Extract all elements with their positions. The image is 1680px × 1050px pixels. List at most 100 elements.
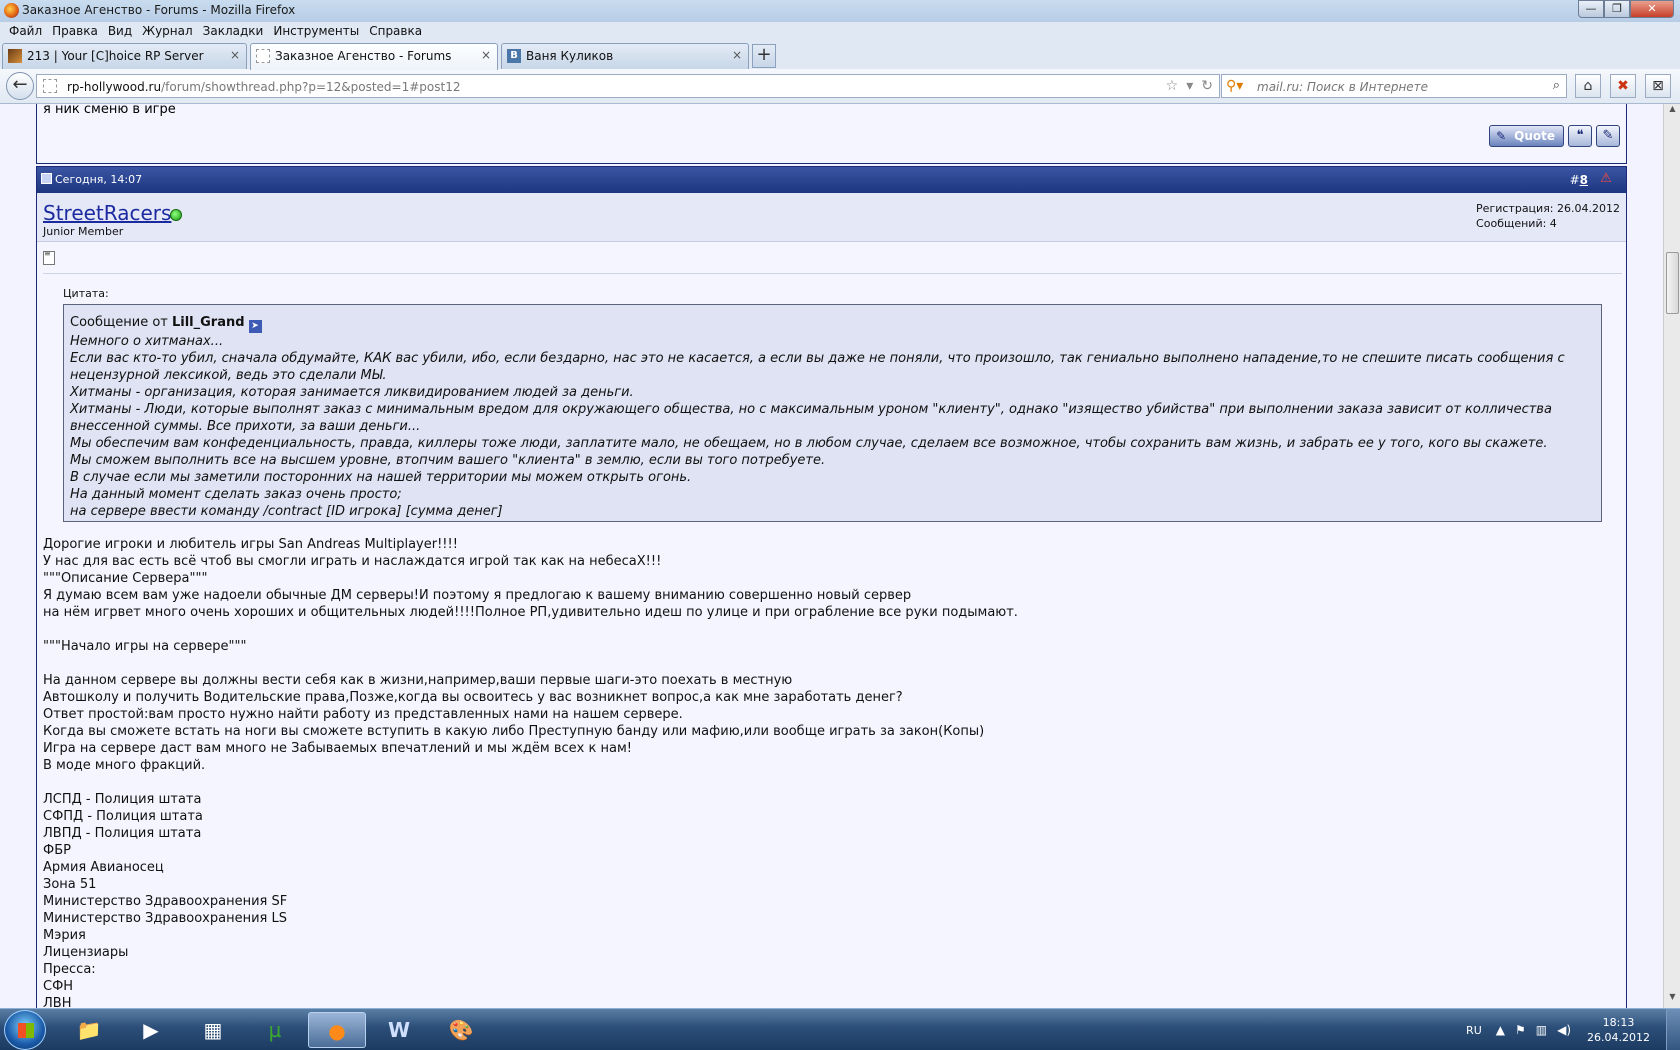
tab-close-icon[interactable]: × [230, 48, 240, 62]
back-button[interactable]: ← [6, 72, 34, 100]
minimize-button[interactable]: — [1578, 0, 1604, 18]
quote-author: Lill_Grand [171, 315, 245, 330]
web-page: я ник сменю в игре Quote ❝ ✎ Сегодня, 14… [0, 104, 1663, 1008]
utorrent-icon[interactable]: µ [246, 1012, 304, 1048]
close-button[interactable]: ✕ [1630, 0, 1674, 18]
windows-taskbar: 📁 ▶ ▦ µ ● W 🎨 RU ▲ ⚑ ▥ ◀) 18:13 26.04.20… [0, 1008, 1680, 1050]
tab-vk-profile[interactable]: B Ваня Куликов × [501, 43, 749, 69]
scrollbar-thumb[interactable] [1666, 252, 1679, 314]
language-indicator[interactable]: RU [1466, 1024, 1482, 1037]
urlbar-icons: ☆ ▾ ↻ [1166, 78, 1213, 94]
menu-tools[interactable]: Инструменты [268, 22, 364, 42]
post-permalink[interactable]: 8 [1580, 173, 1588, 187]
post-body-line: """Начало игры на сервере""" [43, 639, 247, 654]
window-titlebar: Заказное Агенство - Forums - Mozilla Fir… [0, 0, 1680, 22]
maximize-button[interactable]: ❐ [1604, 0, 1630, 18]
home-button[interactable]: ⌂ [1575, 74, 1601, 98]
post-body-line: Дорогие игроки и любитель игры San Andre… [43, 537, 458, 552]
scroll-down-icon[interactable]: ▼ [1664, 992, 1680, 1008]
post-body-line: Лицензиары [43, 945, 129, 960]
quote-line: Немного о хитманах... [70, 334, 224, 349]
post-body-line: на нём игрвет много очень хороших и общи… [43, 605, 1018, 620]
menu-edit[interactable]: Правка [47, 22, 103, 42]
clock-time: 18:13 [1602, 1016, 1635, 1029]
addon-icon[interactable]: ⊠ [1645, 74, 1671, 98]
post-body-line: Игра на сервере даст вам много не Забыва… [43, 741, 632, 756]
menu-history[interactable]: Журнал [137, 22, 198, 42]
reload-icon[interactable]: ↻ [1201, 78, 1213, 94]
post-body-line: ЛВН [43, 996, 72, 1008]
action-center-flag-icon[interactable]: ⚑ [1515, 1023, 1526, 1037]
edit-post-icon[interactable]: ✎ [1596, 125, 1620, 147]
registration-date: Регистрация: 26.04.2012 [1476, 202, 1620, 215]
menu-help[interactable]: Справка [364, 22, 427, 42]
tab-close-icon[interactable]: × [732, 48, 742, 62]
url-text: rp-hollywood.ru/forum/showthread.php?p=1… [67, 80, 460, 94]
post-body-line: Пресса: [43, 962, 96, 977]
search-input[interactable]: mail.ru: Поиск в Интернете [1257, 80, 1428, 94]
quote-header: Сообщение от Lill_Grand ➤ [70, 314, 1595, 333]
paint-icon[interactable]: 🎨 [432, 1012, 490, 1048]
post-body-line: Армия Авианосец [43, 860, 164, 875]
tab-agency-forums[interactable]: Заказное Агенство - Forums × [250, 43, 498, 70]
bookmark-star-icon[interactable]: ☆ [1166, 78, 1179, 94]
tab-your-choice-rp[interactable]: 213 | Your [C]hoice RP Server × [2, 43, 247, 69]
post-body-line: ФБР [43, 843, 71, 858]
menu-bar: Файл Правка Вид Журнал Закладки Инструме… [0, 22, 427, 42]
start-button[interactable] [4, 1010, 46, 1050]
network-icon[interactable]: ▥ [1536, 1023, 1547, 1037]
page-scrollbar[interactable]: ▲ ▼ [1663, 104, 1680, 1008]
window-title: Заказное Агенство - Forums - Mozilla Fir… [22, 3, 296, 17]
navigation-bar: ← rp-hollywood.ru/forum/showthread.php?p… [0, 69, 1680, 104]
word-icon[interactable]: W [370, 1012, 428, 1048]
vk-icon: B [507, 49, 521, 63]
quote-label: Цитата: [63, 287, 109, 300]
post-body-line: Министерство Здравоохранения SF [43, 894, 288, 909]
multiquote-icon[interactable]: ❝ [1568, 125, 1592, 147]
menu-file[interactable]: Файл [4, 22, 47, 42]
show-hidden-icons-icon[interactable]: ▲ [1496, 1023, 1505, 1037]
history-dropdown-icon[interactable]: ▾ [1186, 78, 1193, 94]
post-body-line: У нас для вас есть всё чтоб вы смогли иг… [43, 554, 662, 569]
previous-post: я ник сменю в игре Quote ❝ ✎ [36, 104, 1627, 164]
search-go-icon[interactable]: ⌕ [1553, 78, 1560, 93]
message-count: Сообщений: 4 [1476, 217, 1557, 230]
scroll-up-icon[interactable]: ▲ [1664, 104, 1680, 120]
tab-close-icon[interactable]: × [481, 48, 491, 62]
calculator-icon[interactable]: ▦ [184, 1012, 242, 1048]
search-engine-icon[interactable]: ⚲▾ [1226, 78, 1243, 94]
quote-from: Сообщение от [70, 315, 172, 330]
post-body-line: Зона 51 [43, 877, 97, 892]
post-body: Дорогие игроки и любитель игры San Andre… [43, 536, 1613, 1008]
post-body-line: Ответ простой:вам просто нужно найти раб… [43, 707, 683, 722]
show-desktop-button[interactable] [1666, 1009, 1680, 1050]
quote-line: Мы обеспечим вам конфеденциальность, пра… [70, 436, 1548, 451]
volume-icon[interactable]: ◀) [1557, 1023, 1571, 1037]
address-bar[interactable]: rp-hollywood.ru/forum/showthread.php?p=1… [36, 74, 1220, 98]
site-favicon-icon [8, 49, 22, 63]
report-post-icon[interactable]: ⚠ [1598, 171, 1614, 187]
tab-label: Ваня Куликов [526, 49, 614, 63]
quote-line: Хитманы - Люди, которые выполнят заказ с… [70, 402, 1557, 434]
menu-view[interactable]: Вид [103, 22, 137, 42]
quote-button[interactable]: Quote [1489, 125, 1564, 147]
folder-icon[interactable]: 📁 [60, 1012, 118, 1048]
post-number: #8 [1570, 173, 1588, 187]
quote-line: на сервере ввести команду /contract [ID … [70, 504, 503, 519]
forum-post: Сегодня, 14:07 #8 ⚠ StreetRacers Junior … [36, 166, 1627, 1008]
menu-bookmarks[interactable]: Закладки [198, 22, 269, 42]
clock[interactable]: 18:13 26.04.2012 [1587, 1015, 1650, 1045]
new-tab-button[interactable]: + [752, 44, 776, 68]
search-bar[interactable]: ⚲▾ mail.ru: Поиск в Интернете ⌕ [1221, 74, 1567, 98]
firefox-icon [4, 3, 19, 18]
firefox-icon[interactable]: ● [308, 1012, 366, 1048]
post-body-line: СФН [43, 979, 74, 994]
adblock-icon[interactable]: ✖ [1610, 74, 1636, 98]
username-link[interactable]: StreetRacers [43, 201, 171, 225]
post-body-line: Когда вы сможете встать на ноги вы сможе… [43, 724, 985, 739]
view-post-arrow-icon[interactable]: ➤ [248, 320, 262, 333]
media-player-icon[interactable]: ▶ [122, 1012, 180, 1048]
post-body-line: Министерство Здравоохранения LS [43, 911, 287, 926]
post-body-line: """Описание Сервера""" [43, 571, 208, 586]
post-buttons: Quote ❝ ✎ [1489, 125, 1620, 147]
